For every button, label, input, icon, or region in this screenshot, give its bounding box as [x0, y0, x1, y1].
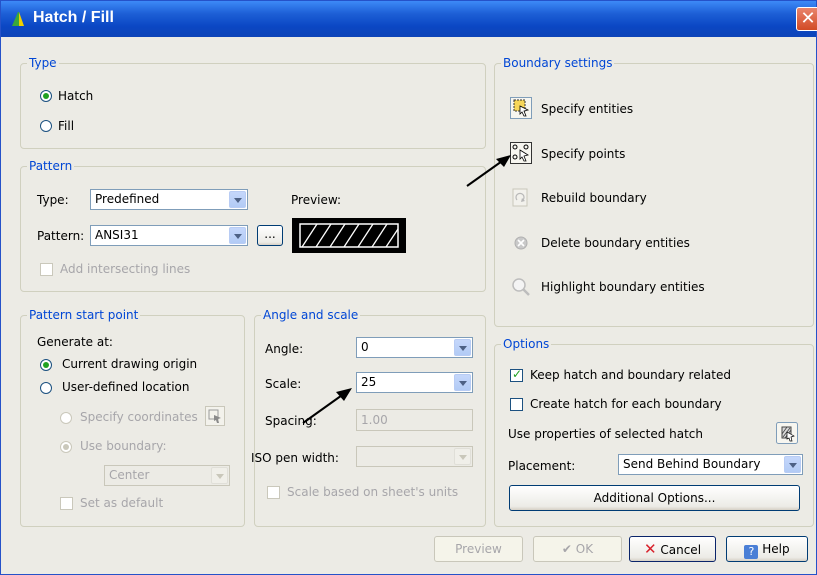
hatch-label: Hatch	[58, 89, 94, 103]
type-group: Type	[20, 56, 486, 149]
spacing-input[interactable]: 1.00	[356, 409, 473, 431]
specify-coords-label: Specify coordinates	[80, 410, 198, 424]
scale-select[interactable]: 25	[356, 372, 473, 393]
chevron-down-icon[interactable]	[229, 191, 246, 208]
specify-coords-radio[interactable]	[60, 412, 72, 424]
angle-label: Angle:	[265, 342, 304, 356]
app-icon	[12, 12, 24, 26]
create-each-boundary-label: Create hatch for each boundary	[530, 397, 722, 411]
scale-sheet-units-checkbox[interactable]	[267, 486, 280, 499]
browse-pattern-button[interactable]: ...	[257, 225, 283, 246]
additional-options-button[interactable]: Additional Options...	[509, 485, 800, 511]
help-button[interactable]: ? Help	[726, 536, 808, 562]
select-entities-icon[interactable]	[510, 97, 532, 119]
rebuild-boundary-label[interactable]: Rebuild boundary	[541, 190, 647, 206]
angle-scale-group-label: Angle and scale	[261, 308, 361, 322]
dialog-title: Hatch / Fill	[33, 9, 114, 26]
help-icon: ?	[744, 545, 759, 559]
ok-label: OK	[575, 542, 594, 556]
highlight-boundary-label[interactable]: Highlight boundary entities	[541, 279, 705, 295]
specify-points-label[interactable]: Specify points	[541, 146, 625, 162]
delete-boundary-icon[interactable]	[510, 232, 532, 254]
placement-value: Send Behind Boundary	[623, 457, 761, 471]
scale-value: 25	[361, 375, 377, 389]
type-group-label: Type	[27, 56, 59, 70]
ok-button[interactable]: ✔ OK	[533, 536, 622, 562]
pattern-start-group-label: Pattern start point	[27, 308, 141, 322]
angle-select[interactable]: 0	[356, 337, 473, 358]
inherit-properties-icon[interactable]	[776, 422, 798, 444]
specify-entities-label[interactable]: Specify entities	[541, 101, 633, 117]
set-as-default-label: Set as default	[80, 496, 164, 510]
use-boundary-label: Use boundary:	[80, 439, 167, 453]
pattern-name-value: ANSI31	[95, 228, 139, 242]
scale-label: Scale:	[265, 377, 302, 391]
annotation-arrow-icon	[466, 155, 511, 187]
pattern-type-select[interactable]: Predefined	[90, 189, 248, 210]
cancel-label: Cancel	[660, 543, 702, 557]
pick-coordinates-icon[interactable]	[205, 406, 225, 426]
current-origin-label: Current drawing origin	[62, 357, 198, 371]
user-defined-radio[interactable]	[40, 382, 52, 394]
intersecting-lines-checkbox[interactable]	[40, 263, 53, 276]
chevron-down-icon[interactable]	[454, 339, 471, 356]
spacing-value: 1.00	[361, 413, 388, 427]
pattern-preview-swatch[interactable]	[292, 218, 406, 253]
use-boundary-radio[interactable]	[60, 441, 72, 453]
hatch-fill-dialog: Hatch / Fill ✕ Type Hatch Fill Pattern T…	[0, 0, 817, 575]
preview-button[interactable]: Preview	[434, 536, 523, 562]
placement-select[interactable]: Send Behind Boundary	[618, 454, 803, 475]
keep-related-checkbox[interactable]	[510, 367, 523, 382]
close-button[interactable]: ✕	[796, 7, 817, 31]
iso-pen-width-label: ISO pen width:	[251, 451, 339, 465]
generate-at-label: Generate at:	[37, 335, 113, 349]
checkmark-icon: ✔	[561, 542, 572, 556]
chevron-down-icon[interactable]	[229, 227, 246, 244]
keep-related-label: Keep hatch and boundary related	[530, 368, 731, 382]
create-each-boundary-checkbox[interactable]	[510, 398, 523, 411]
chevron-down-icon[interactable]	[454, 448, 471, 465]
pattern-name-select[interactable]: ANSI31	[90, 225, 248, 246]
fill-radio[interactable]	[40, 120, 52, 132]
boundary-position-value: Center	[109, 468, 150, 482]
chevron-down-icon[interactable]	[784, 456, 801, 473]
pattern-group-label: Pattern	[27, 159, 75, 173]
cancel-button[interactable]: ✕ Cancel	[629, 536, 716, 562]
boundary-position-select[interactable]: Center	[104, 465, 230, 486]
title-bar: Hatch / Fill	[1, 1, 816, 37]
current-origin-radio[interactable]	[40, 359, 52, 371]
boundary-settings-group-label: Boundary settings	[501, 56, 615, 70]
set-as-default-checkbox[interactable]	[60, 497, 73, 510]
pattern-type-value: Predefined	[95, 192, 160, 206]
pattern-name-label: Pattern:	[37, 229, 85, 243]
magnifier-icon[interactable]	[510, 276, 532, 298]
delete-boundary-label[interactable]: Delete boundary entities	[541, 235, 690, 251]
pattern-type-label: Type:	[37, 193, 69, 207]
intersecting-lines-label: Add intersecting lines	[60, 262, 191, 276]
fill-label: Fill	[58, 119, 75, 133]
hatch-radio[interactable]	[40, 90, 52, 102]
use-properties-label: Use properties of selected hatch	[508, 427, 703, 441]
angle-value: 0	[361, 340, 369, 354]
options-group-label: Options	[501, 337, 552, 351]
scale-sheet-units-label: Scale based on sheet's units	[287, 485, 459, 499]
preview-label: Preview:	[291, 193, 342, 207]
help-label: Help	[762, 542, 790, 556]
placement-label: Placement:	[508, 459, 576, 473]
chevron-down-icon[interactable]	[454, 374, 471, 391]
cancel-x-icon: ✕	[643, 540, 657, 558]
annotation-arrow-icon	[302, 388, 352, 424]
user-defined-label: User-defined location	[62, 380, 190, 394]
iso-pen-width-select[interactable]	[356, 446, 473, 467]
chevron-down-icon[interactable]	[211, 467, 228, 484]
